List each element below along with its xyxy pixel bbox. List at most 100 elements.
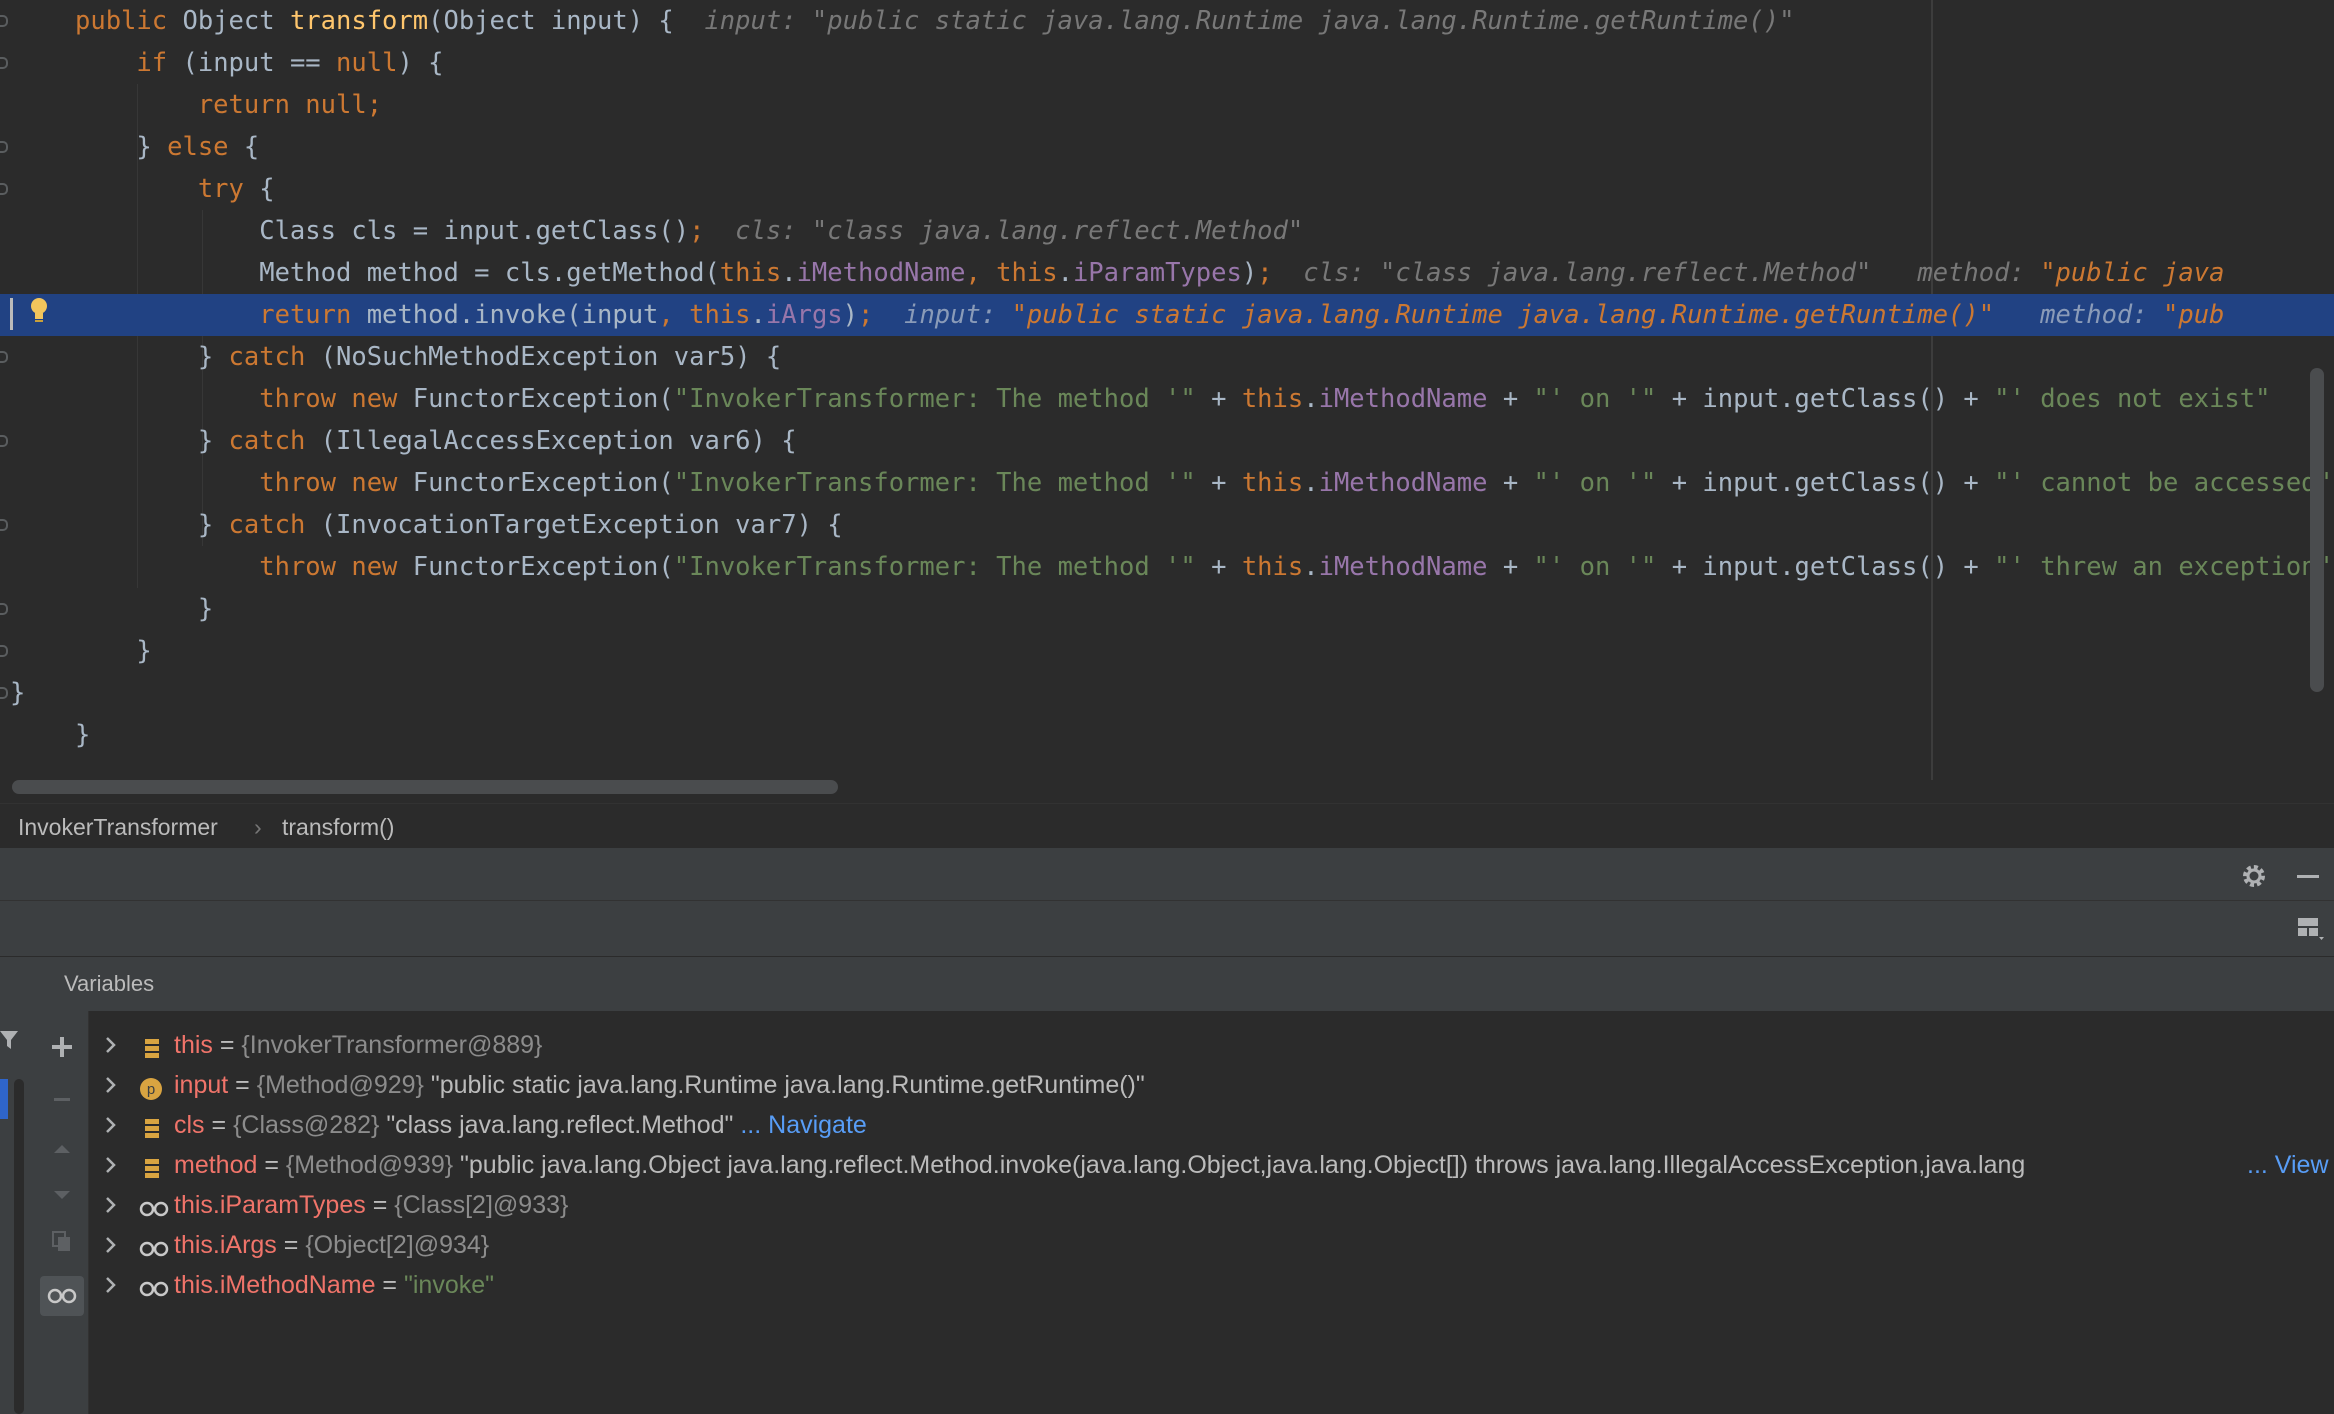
- variable-row[interactable]: this.iMethodName = "invoke": [89, 1265, 2334, 1305]
- chevron-right-icon[interactable]: [103, 1025, 119, 1065]
- chevron-right-icon[interactable]: [103, 1225, 119, 1265]
- vertical-scrollbar[interactable]: [2310, 368, 2324, 692]
- filter-icon[interactable]: [0, 1029, 20, 1051]
- inline-debug-hint: input: "public static java.lang.Runtime …: [704, 6, 1795, 36]
- variable-link[interactable]: ... View: [2247, 1145, 2329, 1185]
- code-token: Object: [182, 6, 290, 36]
- code-token: (Object input) {: [428, 6, 705, 36]
- fold-marker[interactable]: [0, 603, 8, 615]
- variable-row[interactable]: cls = {Class@282} "class java.lang.refle…: [89, 1105, 2334, 1145]
- code-token: iArgs: [765, 300, 843, 330]
- layout-icon[interactable]: [2296, 915, 2326, 943]
- inline-debug-hint: "public static java.lang.Runtime java.la…: [1011, 300, 1995, 330]
- variable-row[interactable]: this.iArgs = {Object[2]@934}: [89, 1225, 2334, 1265]
- code-text: } else {: [75, 126, 259, 168]
- breadcrumb-class[interactable]: InvokerTransformer: [18, 814, 218, 841]
- fold-marker[interactable]: [0, 57, 8, 69]
- code-line[interactable]: }: [0, 672, 2334, 714]
- equals-sign: =: [375, 1271, 404, 1299]
- code-token: (NoSuchMethodException var5) {: [320, 342, 782, 372]
- frames-scrollbar[interactable]: [14, 1079, 24, 1414]
- variable-type: {InvokerTransformer@889}: [241, 1031, 543, 1059]
- code-token: transform: [289, 6, 429, 36]
- chevron-right-icon[interactable]: [103, 1185, 119, 1225]
- code-token: .: [781, 258, 797, 288]
- code-text: } catch (IllegalAccessException var6) {: [75, 420, 797, 462]
- chevron-right-icon[interactable]: [103, 1145, 119, 1185]
- fold-marker[interactable]: [0, 687, 8, 699]
- variable-text: this.iMethodName = "invoke": [174, 1265, 494, 1305]
- code-token: "' does not exist": [1994, 384, 2271, 414]
- code-line[interactable]: Method method = cls.getMethod(this.iMeth…: [0, 252, 2334, 294]
- breadcrumb: InvokerTransformer › transform(): [0, 803, 2334, 848]
- code-line[interactable]: if (input == null) {: [0, 42, 2334, 84]
- add-watch-icon[interactable]: [50, 1035, 74, 1059]
- code-line[interactable]: public Object transform(Object input) { …: [0, 0, 2334, 42]
- fold-marker[interactable]: [0, 435, 8, 447]
- chevron-right-icon[interactable]: [103, 1265, 119, 1305]
- breadcrumb-method[interactable]: transform(): [282, 814, 394, 841]
- variable-name: input: [174, 1071, 229, 1099]
- code-token: method.invoke(input: [366, 300, 659, 330]
- show-watches-toggle[interactable]: [40, 1276, 84, 1316]
- code-line[interactable]: } catch (NoSuchMethodException var5) {: [0, 336, 2334, 378]
- fold-marker[interactable]: [0, 519, 8, 531]
- code-token: public: [75, 6, 183, 36]
- lightbulb-icon[interactable]: [28, 296, 50, 326]
- fold-marker[interactable]: [0, 141, 8, 153]
- watch-icon: [139, 1273, 169, 1297]
- variable-text: this = {InvokerTransformer@889}: [174, 1025, 542, 1065]
- code-token: "' cannot be accessed": [1994, 468, 2332, 498]
- code-line[interactable]: try {: [0, 168, 2334, 210]
- fold-marker[interactable]: [0, 645, 8, 657]
- code-line[interactable]: }: [0, 588, 2334, 630]
- fold-marker[interactable]: [0, 183, 8, 195]
- parameter-icon: p: [139, 1073, 165, 1100]
- move-down-icon[interactable]: [50, 1183, 74, 1207]
- code-token: (IllegalAccessException var6) {: [320, 426, 797, 456]
- code-line[interactable]: throw new FunctorException("InvokerTrans…: [0, 378, 2334, 420]
- variable-row[interactable]: this.iParamTypes = {Class[2]@933}: [89, 1185, 2334, 1225]
- code-line[interactable]: throw new FunctorException("InvokerTrans…: [0, 462, 2334, 504]
- variable-name: this: [174, 1031, 213, 1059]
- code-token: , this: [965, 258, 1058, 288]
- code-line[interactable]: } else {: [0, 126, 2334, 168]
- gear-icon[interactable]: [2240, 862, 2268, 890]
- move-up-icon[interactable]: [50, 1137, 74, 1161]
- chevron-right-icon[interactable]: [103, 1105, 119, 1145]
- code-line[interactable]: throw new FunctorException("InvokerTrans…: [0, 546, 2334, 588]
- variable-row[interactable]: p input = {Method@929} "public static jav…: [89, 1065, 2334, 1105]
- code-token: "InvokerTransformer: The method '": [673, 552, 1196, 582]
- editor-gutter[interactable]: [0, 0, 66, 780]
- variable-row[interactable]: this = {InvokerTransformer@889}: [89, 1025, 2334, 1065]
- code-line[interactable]: } catch (InvocationTargetException var7)…: [0, 504, 2334, 546]
- variable-row[interactable]: method = {Method@939} "public java.lang.…: [89, 1145, 2334, 1185]
- frames-side-strip: [0, 1011, 37, 1414]
- variables-tree[interactable]: this = {InvokerTransformer@889} p input = …: [89, 1011, 2334, 1414]
- code-token: iMethodName: [796, 258, 966, 288]
- current-code-line[interactable]: return method.invoke(input, this.iArgs);…: [0, 294, 2334, 336]
- code-line[interactable]: }: [0, 630, 2334, 672]
- chevron-right-icon[interactable]: [103, 1065, 119, 1105]
- minimize-icon[interactable]: [2294, 862, 2322, 890]
- code-token: throw new: [259, 552, 413, 582]
- code-token: {: [243, 132, 260, 162]
- remove-watch-icon[interactable]: [50, 1087, 74, 1111]
- code-line[interactable]: }: [0, 714, 2334, 756]
- code-token: throw new: [259, 384, 413, 414]
- code-line[interactable]: } catch (IllegalAccessException var6) {: [0, 420, 2334, 462]
- horizontal-scrollbar[interactable]: [12, 780, 838, 794]
- code-token: .: [1303, 384, 1319, 414]
- fold-marker[interactable]: [0, 351, 8, 363]
- code-token: .: [1303, 468, 1319, 498]
- code-line[interactable]: Class cls = input.getClass(); cls: "clas…: [0, 210, 2334, 252]
- copy-icon[interactable]: [50, 1229, 74, 1253]
- variable-link[interactable]: ... Navigate: [733, 1111, 866, 1139]
- code-line[interactable]: return null;: [0, 84, 2334, 126]
- fold-marker[interactable]: [0, 15, 8, 27]
- code-editor[interactable]: public Object transform(Object input) { …: [0, 0, 2334, 803]
- code-token: +: [1487, 552, 1534, 582]
